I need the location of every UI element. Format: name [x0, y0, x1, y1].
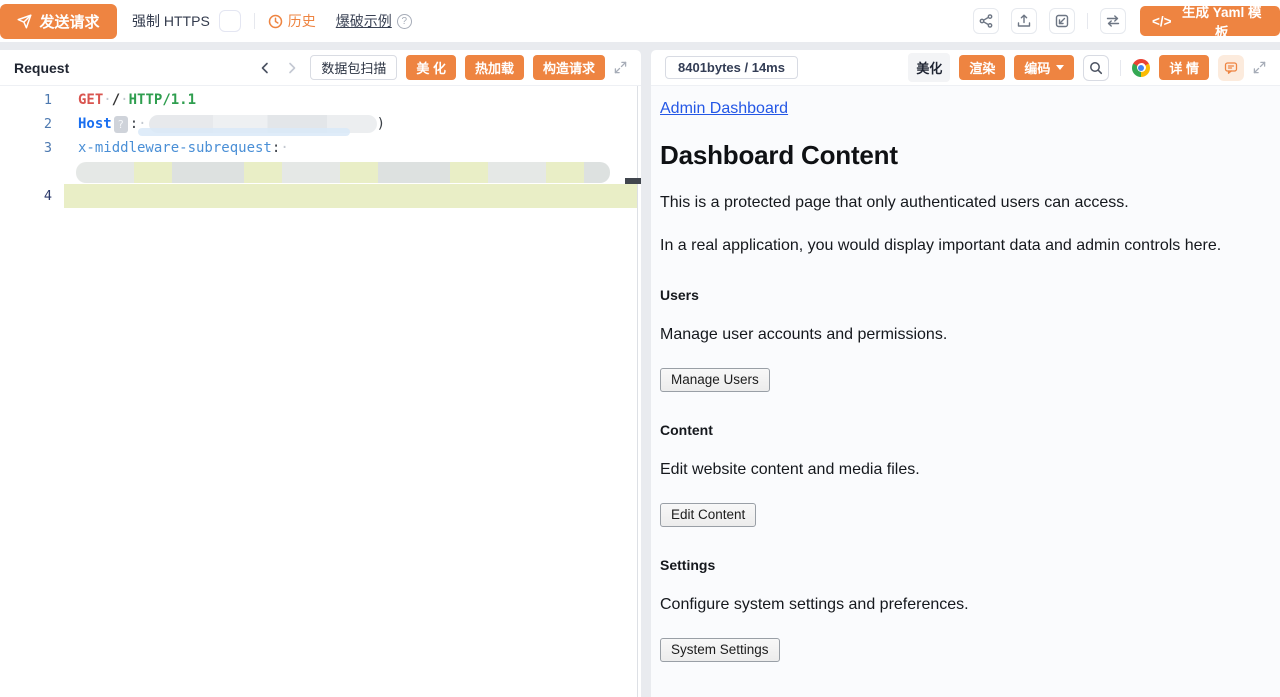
encode-label: 编码 — [1024, 58, 1050, 77]
encode-dropdown-button[interactable]: 编码 — [1014, 55, 1074, 80]
send-request-label: 发送请求 — [39, 11, 99, 32]
http-version-token: HTTP/1.1 — [129, 92, 196, 108]
beautify-request-button[interactable]: 美 化 — [406, 55, 456, 80]
admin-dashboard-link[interactable]: Admin Dashboard — [660, 100, 788, 118]
line-number: 1 — [0, 92, 52, 108]
content-section-description: Edit website content and media files. — [660, 458, 1238, 481]
render-button[interactable]: 渲染 — [959, 55, 1005, 80]
nav-back-button[interactable] — [256, 62, 274, 74]
send-icon — [17, 14, 32, 29]
manage-users-button[interactable]: Manage Users — [660, 368, 770, 392]
content-section-heading: Content — [660, 422, 1266, 438]
header-divider — [1120, 60, 1121, 76]
packet-scan-button[interactable]: 数据包扫描 — [310, 55, 397, 80]
line-number: 3 — [0, 140, 52, 156]
comment-bubble-icon — [1224, 61, 1238, 75]
code-icon: </> — [1152, 14, 1172, 29]
toolbar-divider — [254, 13, 255, 29]
comment-button[interactable] — [1218, 55, 1244, 81]
code-line-2: 2 Host?:·) — [0, 112, 641, 136]
edit-content-button[interactable]: Edit Content — [660, 503, 756, 527]
search-icon — [1089, 61, 1103, 75]
expand-request-button[interactable] — [614, 61, 627, 74]
clock-icon — [268, 14, 283, 29]
system-settings-button[interactable]: System Settings — [660, 638, 780, 662]
construct-request-button[interactable]: 构造请求 — [533, 55, 605, 80]
force-https-label: 强制 HTTPS — [132, 11, 210, 31]
editor-scrollbar-thumb[interactable] — [625, 178, 641, 184]
code-line-3-wrap — [0, 160, 641, 184]
settings-section-heading: Settings — [660, 557, 1266, 573]
request-panel: Request 数据包扫描 美 化 热加载 构造请求 1 GET·/·HTTP/… — [0, 50, 641, 697]
http-method-token: GET — [78, 92, 103, 108]
users-section-heading: Users — [660, 287, 1266, 303]
chrome-browser-icon[interactable] — [1132, 59, 1150, 77]
details-button[interactable]: 详 情 — [1159, 55, 1209, 80]
real-application-text: In a real application, you would display… — [660, 234, 1238, 257]
help-circle-icon[interactable]: ? — [397, 14, 412, 29]
request-panel-title: Request — [14, 60, 69, 76]
upload-icon — [1017, 14, 1031, 28]
header-hint-icon[interactable]: ? — [114, 116, 128, 133]
request-editor[interactable]: 1 GET·/·HTTP/1.1 2 Host?:·) 3 x-middlewa… — [0, 86, 641, 697]
generate-yaml-label: 生成 Yaml 模板 — [1178, 1, 1266, 41]
dashboard-content-title: Dashboard Content — [660, 140, 1266, 171]
fullscreen-icon — [614, 61, 627, 74]
import-icon — [1055, 14, 1069, 28]
users-section-description: Manage user accounts and permissions. — [660, 323, 1238, 346]
rendered-response: Admin Dashboard Dashboard Content This i… — [651, 86, 1280, 697]
response-panel-header: 8401bytes / 14ms 美化 渲染 编码 详 情 — [651, 50, 1280, 86]
selection-smear — [138, 128, 350, 136]
hot-reload-button[interactable]: 热加载 — [465, 55, 524, 80]
code-line-1: 1 GET·/·HTTP/1.1 — [0, 88, 641, 112]
force-https-checkbox[interactable] — [219, 10, 241, 32]
fullscreen-icon — [1253, 61, 1266, 74]
request-path-token: / — [112, 92, 120, 108]
settings-section-description: Configure system settings and preference… — [660, 593, 1238, 616]
swap-button[interactable] — [1100, 8, 1126, 34]
active-line-highlight — [64, 184, 638, 208]
burst-example-link[interactable]: 爆破示例 — [336, 11, 392, 31]
export-button[interactable] — [1011, 8, 1037, 34]
chevron-right-icon — [286, 62, 298, 74]
history-label: 历史 — [288, 11, 316, 31]
toolbar-divider — [1087, 13, 1088, 29]
import-button[interactable] — [1049, 8, 1075, 34]
swap-arrows-icon — [1106, 14, 1120, 28]
beautify-response-button[interactable]: 美化 — [908, 53, 950, 82]
chevron-left-icon — [259, 62, 271, 74]
line-number: 4 — [0, 188, 52, 204]
chevron-down-icon — [1056, 65, 1064, 70]
middleware-header-token: x-middleware-subrequest — [78, 140, 272, 156]
code-line-4: 4 — [0, 184, 641, 208]
protected-page-text: This is a protected page that only authe… — [660, 191, 1238, 214]
search-response-button[interactable] — [1083, 55, 1109, 81]
host-header-token: Host — [78, 116, 112, 132]
line-number: 2 — [0, 116, 52, 132]
generate-yaml-button[interactable]: </> 生成 Yaml 模板 — [1140, 6, 1280, 36]
top-toolbar: 发送请求 强制 HTTPS 历史 爆破示例 ? </> 生成 Yaml 模板 — [0, 0, 1280, 42]
response-panel: 8401bytes / 14ms 美化 渲染 编码 详 情 Admin Dash… — [651, 50, 1280, 697]
share-button[interactable] — [973, 8, 999, 34]
code-line-3: 3 x-middleware-subrequest:· — [0, 136, 641, 160]
share-icon — [979, 14, 993, 28]
request-panel-header: Request 数据包扫描 美 化 热加载 构造请求 — [0, 50, 641, 86]
send-request-button[interactable]: 发送请求 — [0, 4, 117, 39]
expand-response-button[interactable] — [1253, 61, 1266, 74]
nav-forward-button[interactable] — [283, 62, 301, 74]
redacted-header-value — [76, 162, 610, 183]
history-button[interactable]: 历史 — [268, 11, 316, 31]
response-stats-badge: 8401bytes / 14ms — [665, 56, 798, 79]
